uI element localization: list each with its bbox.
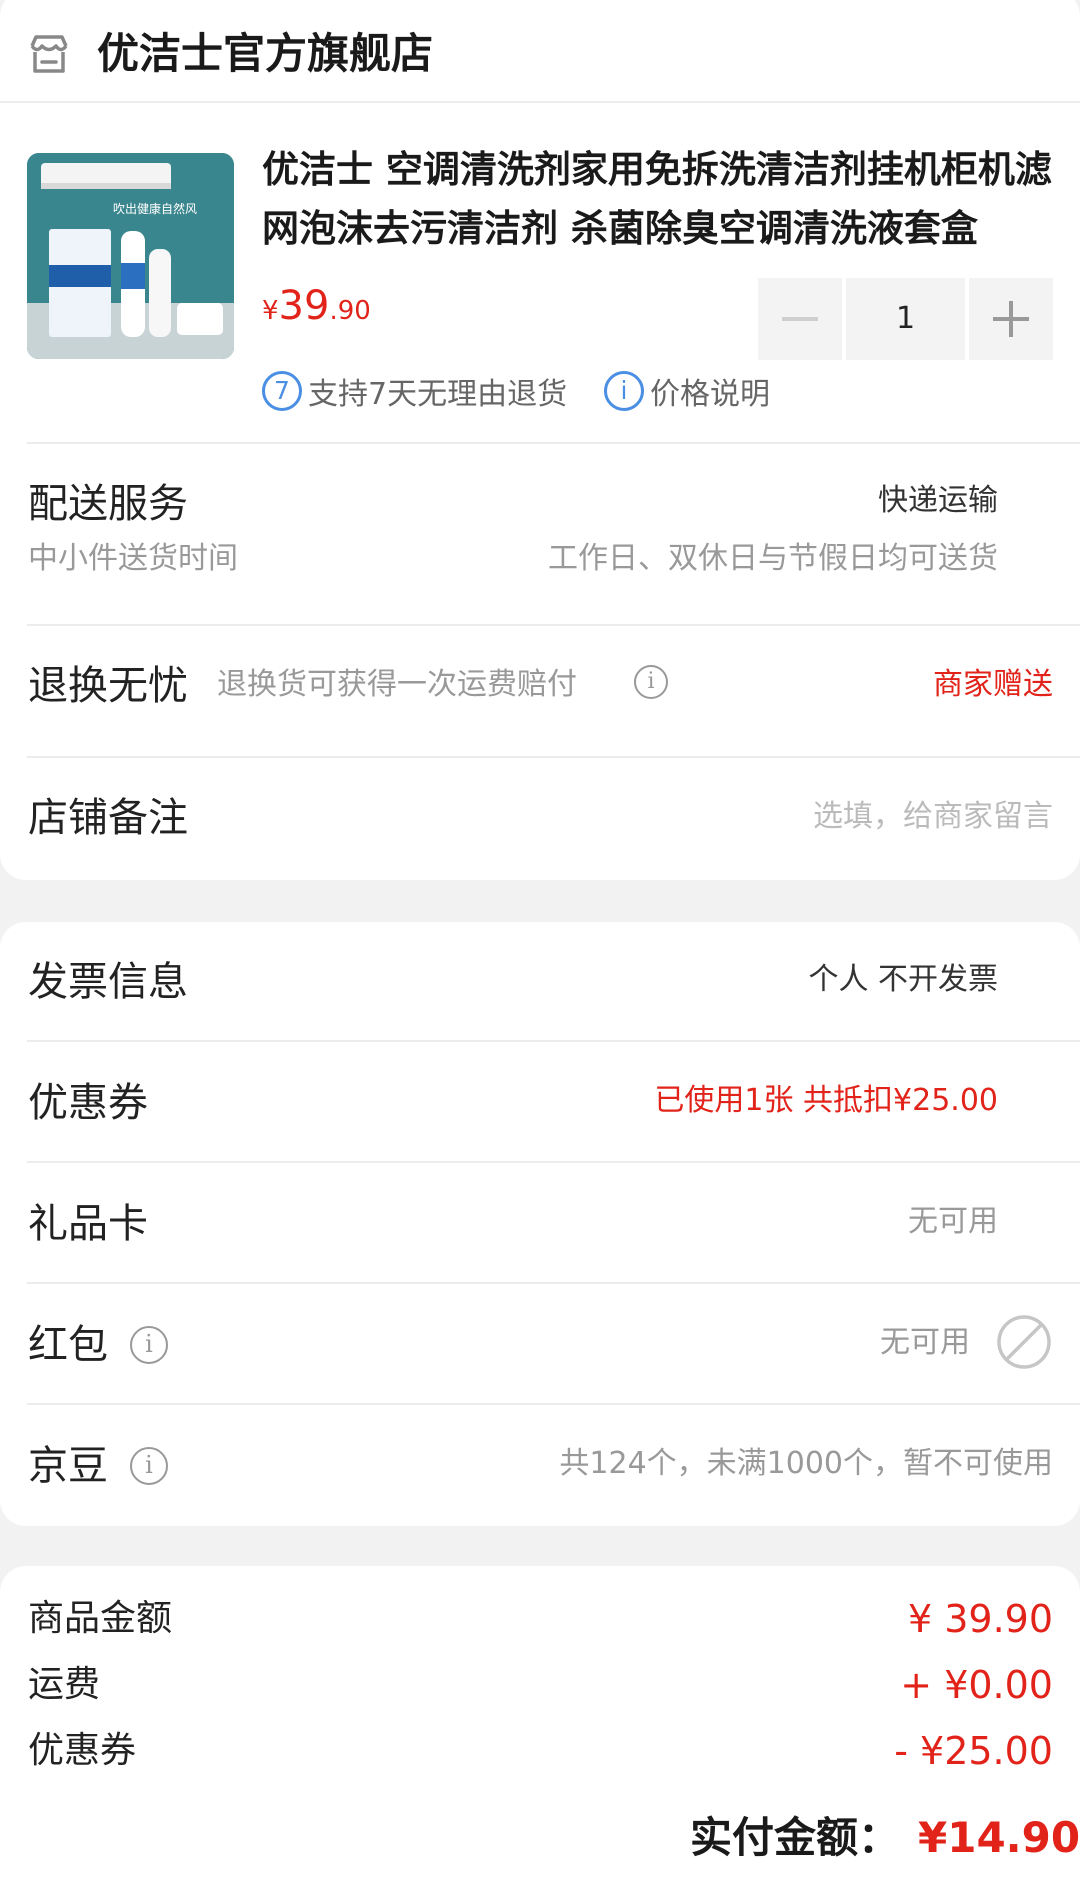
invoice-title: 发票信息 bbox=[28, 959, 188, 1005]
coupon-title: 优惠券 bbox=[28, 1080, 148, 1126]
giftcard-title: 礼品卡 bbox=[28, 1201, 148, 1247]
product-image[interactable]: 吹出健康自然风 bbox=[27, 153, 234, 359]
divider bbox=[27, 1040, 1080, 1042]
quantity-stepper: 1 bbox=[758, 278, 1053, 360]
store-icon bbox=[28, 34, 70, 74]
coupon-value: 已使用1张 共抵扣¥25.00 bbox=[654, 1083, 998, 1118]
return-policy-text: 支持7天无理由退货 bbox=[308, 377, 568, 412]
info-icon: i bbox=[604, 371, 644, 411]
invoice-value: 个人 不开发票 bbox=[808, 962, 998, 997]
product-image-caption: 吹出健康自然风 bbox=[113, 201, 197, 216]
divider bbox=[27, 1282, 1080, 1284]
delivery-method: 快递运输 bbox=[878, 483, 998, 518]
price-decimal: .90 bbox=[329, 296, 371, 326]
price-currency: ¥ bbox=[262, 296, 279, 326]
divider bbox=[27, 624, 1080, 626]
info-icon[interactable]: i bbox=[130, 1326, 168, 1364]
delivery-title: 配送服务 bbox=[28, 481, 188, 527]
minus-icon bbox=[782, 317, 818, 321]
goods-amount-value: ¥ 39.90 bbox=[907, 1597, 1053, 1641]
store-header[interactable]: 优洁士官方旗舰店 bbox=[0, 0, 1080, 103]
goods-amount-label: 商品金额 bbox=[28, 1598, 173, 1639]
plus-icon bbox=[993, 301, 1029, 337]
return-policy-tag[interactable]: 7 支持7天无理由退货 bbox=[262, 368, 567, 414]
redpacket-title: 红包 bbox=[28, 1322, 108, 1368]
info-icon[interactable]: i bbox=[130, 1447, 168, 1485]
coupon-discount-value: - ¥25.00 bbox=[894, 1729, 1053, 1773]
divider bbox=[27, 442, 1080, 444]
return-service-desc: 退换货可获得一次运费赔付 bbox=[217, 667, 577, 702]
giftcard-value: 无可用 bbox=[908, 1204, 998, 1239]
return-service-title: 退换无忧 bbox=[28, 663, 188, 709]
total-amount-label: 实付金额： bbox=[690, 1813, 901, 1862]
store-card: 优洁士官方旗舰店 吹出健康自然风 优洁士 空调清洗剂家用免拆洗清洁剂挂机柜机滤网… bbox=[0, 0, 1080, 880]
product-title[interactable]: 优洁士 空调清洗剂家用免拆洗清洁剂挂机柜机滤网泡沫去污清洁剂 杀菌除臭空调清洗液… bbox=[262, 140, 1062, 258]
jingdou-title: 京豆 bbox=[28, 1443, 108, 1489]
store-remark-title: 店铺备注 bbox=[28, 795, 188, 841]
divider bbox=[27, 756, 1080, 758]
seven-day-icon: 7 bbox=[262, 371, 302, 411]
jingdou-value: 共124个，未满1000个，暂不可使用 bbox=[559, 1446, 1053, 1481]
shipping-fee-label: 运费 bbox=[28, 1664, 101, 1705]
return-service-value: 商家赠送 bbox=[933, 667, 1053, 702]
product-price: ¥39.90 bbox=[262, 278, 371, 342]
coupon-discount-label: 优惠券 bbox=[28, 1730, 137, 1771]
divider bbox=[27, 1161, 1080, 1163]
info-icon[interactable]: i bbox=[634, 665, 668, 699]
store-remark-input[interactable]: 选填，给商家留言 bbox=[813, 794, 1053, 840]
redpacket-value: 无可用 bbox=[880, 1325, 970, 1360]
decrease-button[interactable] bbox=[758, 278, 842, 360]
total-amount-value: ¥14.90 bbox=[918, 1813, 1080, 1862]
price-note-text: 价格说明 bbox=[650, 377, 770, 412]
disabled-toggle-icon[interactable] bbox=[996, 1314, 1052, 1370]
delivery-time-label: 中小件送货时间 bbox=[28, 541, 238, 576]
shipping-fee-value: + ¥0.00 bbox=[900, 1663, 1053, 1707]
delivery-time-value: 工作日、双休日与节假日均可送货 bbox=[548, 541, 998, 576]
price-integer: 39 bbox=[278, 283, 330, 329]
price-note-tag[interactable]: i 价格说明 bbox=[604, 368, 770, 414]
divider bbox=[27, 1403, 1080, 1405]
quantity-value[interactable]: 1 bbox=[846, 278, 965, 360]
store-name[interactable]: 优洁士官方旗舰店 bbox=[97, 24, 433, 84]
increase-button[interactable] bbox=[969, 278, 1053, 360]
